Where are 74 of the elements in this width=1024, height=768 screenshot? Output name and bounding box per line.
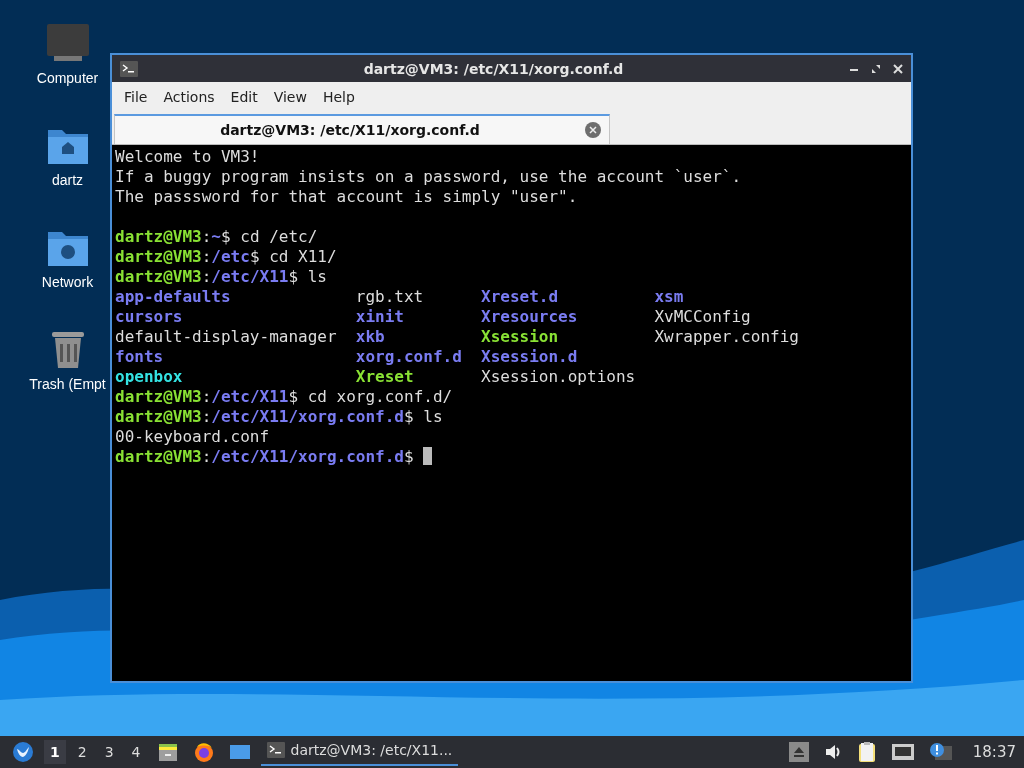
file-entry: cursors bbox=[115, 307, 184, 327]
window-title: dartz@VM3: /etc/X11/xorg.conf.d bbox=[362, 60, 625, 77]
menu-item[interactable]: Actions bbox=[155, 88, 223, 105]
clipboard-icon[interactable] bbox=[856, 741, 877, 763]
prompt-path: /etc/X11/xorg.conf.d bbox=[211, 447, 404, 466]
prompt-separator: : bbox=[201, 447, 212, 466]
prompt-user: dartz@VM3 bbox=[115, 387, 202, 406]
file-entry: Xsession bbox=[481, 327, 560, 347]
terminal-line: If a buggy program insists on a password, use the account `user`. bbox=[115, 167, 743, 187]
file-entry: xorg.conf.d bbox=[355, 347, 463, 367]
prompt-separator: : bbox=[201, 227, 212, 246]
prompt-user: dartz@VM3 bbox=[115, 447, 202, 466]
file-entry: xsm bbox=[654, 287, 685, 307]
network-icon[interactable] bbox=[890, 742, 915, 762]
prompt-user: dartz@VM3 bbox=[115, 267, 202, 286]
prompt-path: /etc/X11/xorg.conf.d bbox=[211, 407, 404, 426]
terminal-tab[interactable]: dartz@VM3: /etc/X11/xorg.conf.d bbox=[114, 114, 610, 144]
close-icon[interactable] bbox=[893, 63, 903, 74]
menu-item[interactable]: View bbox=[265, 88, 315, 105]
desktop-icon-label[interactable]: dartz bbox=[51, 172, 84, 188]
menu-item[interactable]: Edit bbox=[222, 88, 266, 105]
file-entry: Xsession.options bbox=[481, 367, 637, 387]
terminal-icon bbox=[266, 742, 285, 758]
desktop-icon-label[interactable]: Trash (Empt bbox=[29, 376, 106, 392]
command-text: $ ls bbox=[288, 267, 327, 286]
prompt-user: dartz@VM3 bbox=[115, 407, 202, 426]
clock: 18:37 bbox=[972, 743, 1016, 761]
prompt-path: ~ bbox=[211, 227, 221, 246]
command-text: $ cd xorg.conf.d/ bbox=[288, 387, 453, 406]
notification-icon[interactable] bbox=[928, 742, 953, 762]
file-entry: Xwrapper.config bbox=[654, 327, 800, 347]
file-entry: xinit bbox=[355, 307, 405, 327]
file-entry: Xsession.d bbox=[481, 347, 579, 367]
workspace-button[interactable]: 4 bbox=[125, 740, 147, 764]
file-entry: default-display-manager bbox=[115, 327, 338, 347]
workspace-button[interactable]: 3 bbox=[98, 740, 120, 764]
eject-icon[interactable] bbox=[788, 742, 809, 762]
prompt-path: /etc bbox=[211, 247, 250, 266]
command-text: $ ls bbox=[404, 407, 443, 426]
prompt-separator: : bbox=[201, 247, 212, 266]
file-entry: openbox bbox=[115, 367, 184, 387]
maximize-icon[interactable] bbox=[871, 63, 881, 74]
workspace-button[interactable]: 1 bbox=[44, 740, 66, 764]
file-entry: Xreset.d bbox=[481, 287, 560, 307]
file-entry: Xresources bbox=[481, 307, 579, 327]
file-entry: Xreset bbox=[355, 367, 415, 387]
prompt-user: dartz@VM3 bbox=[115, 227, 202, 246]
prompt-separator: : bbox=[201, 387, 212, 406]
terminal-line: The passsword for that account is simply "user". bbox=[115, 187, 579, 207]
command-text: $ cd X11/ bbox=[249, 247, 337, 266]
file-entry: XvMCConfig bbox=[654, 307, 752, 327]
browser-icon[interactable] bbox=[192, 741, 215, 763]
terminal-icon bbox=[120, 60, 138, 77]
menu-item[interactable]: File bbox=[116, 88, 156, 105]
prompt-user: dartz@VM3 bbox=[115, 247, 202, 266]
terminal-line: 00-keyboard.conf bbox=[115, 427, 271, 447]
task-button[interactable]: dartz@VM3: /etc/X11... bbox=[260, 738, 459, 766]
file-entry: fonts bbox=[115, 347, 165, 367]
prompt-path: /etc/X11 bbox=[211, 267, 289, 286]
menu-item[interactable]: Help bbox=[314, 88, 363, 105]
command-text: $ cd /etc/ bbox=[221, 227, 318, 246]
close-tab-icon[interactable] bbox=[585, 122, 601, 138]
file-cabinet-icon[interactable] bbox=[156, 741, 179, 763]
file-entry: xkb bbox=[355, 327, 386, 347]
desktop-icon-label[interactable]: Network bbox=[41, 274, 94, 290]
desktop-icon-label[interactable]: Computer bbox=[36, 70, 99, 86]
prompt-path: /etc/X11 bbox=[211, 387, 289, 406]
terminal-line: Welcome to VM3! bbox=[115, 147, 261, 167]
command-text: $ bbox=[404, 447, 415, 466]
prompt-separator: : bbox=[201, 407, 212, 426]
file-entry: app-defaults bbox=[115, 287, 232, 307]
file-entry: rgb.txt bbox=[355, 287, 425, 307]
prompt-separator: : bbox=[201, 267, 212, 286]
workspace-button[interactable]: 2 bbox=[71, 740, 93, 764]
